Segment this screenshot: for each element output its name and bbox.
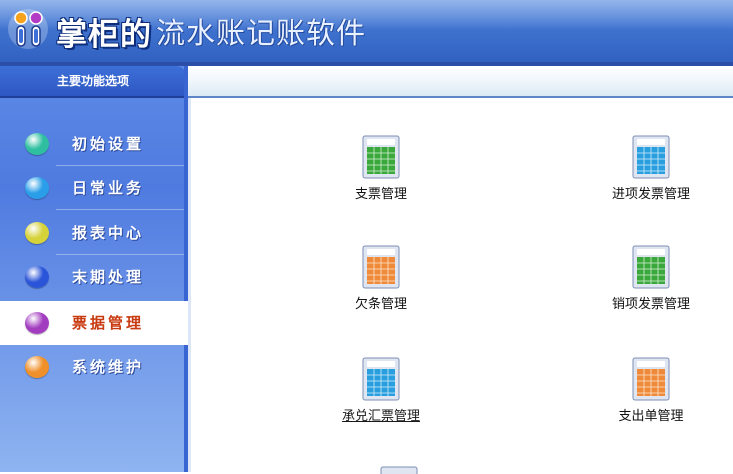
function-label: 承兑汇票管理 bbox=[341, 409, 420, 424]
sidebar-item-daily-business[interactable]: 日常业务 bbox=[0, 166, 186, 210]
function-label: 欠条管理 bbox=[354, 297, 407, 312]
main-top-band bbox=[188, 66, 733, 96]
sidebar-item-bill-management[interactable]: 票据管理 bbox=[0, 301, 188, 345]
function-label: 进项发票管理 bbox=[611, 187, 690, 202]
teal-ball-icon bbox=[25, 133, 49, 155]
sidebar-item-period-end[interactable]: 末期处理 bbox=[0, 255, 186, 299]
sidebar-item-label: 末期处理 bbox=[72, 268, 145, 286]
spreadsheet-icon[interactable] bbox=[378, 464, 420, 474]
sidebar-item-label: 报表中心 bbox=[72, 224, 145, 242]
function-iou-management[interactable]: 欠条管理 bbox=[301, 243, 461, 313]
sidebar-item-report-center[interactable]: 报表中心 bbox=[0, 211, 186, 255]
purple-ball-icon bbox=[25, 312, 49, 334]
sidebar-item-system-maintenance[interactable]: 系统维护 bbox=[0, 345, 186, 389]
sidebar-item-label: 系统维护 bbox=[72, 358, 145, 376]
app-title: 掌柜的 流水账记账软件 bbox=[56, 9, 366, 53]
app-header: 掌柜的 流水账记账软件 bbox=[0, 0, 733, 66]
blue-ball-icon bbox=[25, 177, 49, 199]
main-top-border bbox=[188, 96, 733, 98]
sidebar-item-label: 日常业务 bbox=[72, 179, 145, 197]
sidebar-header: 主要功能选项 bbox=[0, 66, 186, 98]
function-acceptance-bill-management[interactable]: 承兑汇票管理 bbox=[301, 355, 461, 425]
orange-spreadsheet-icon[interactable] bbox=[360, 243, 402, 291]
main-left-border bbox=[188, 98, 191, 472]
blue-spreadsheet-icon[interactable] bbox=[630, 133, 672, 181]
green-spreadsheet-icon[interactable] bbox=[630, 243, 672, 291]
app-title-product: 流水账记账软件 bbox=[156, 16, 367, 50]
function-check-management[interactable]: 支票管理 bbox=[301, 133, 461, 203]
function-label: 支票管理 bbox=[354, 187, 407, 202]
sidebar: 主要功能选项 初始设置 日常业务 报表中心 末期处理 票据管理 系统维护 bbox=[0, 66, 188, 472]
function-label: 销项发票管理 bbox=[611, 297, 690, 312]
dark-blue-ball-icon bbox=[25, 266, 49, 288]
sidebar-item-label: 票据管理 bbox=[72, 314, 145, 332]
yellow-ball-icon bbox=[25, 222, 49, 244]
sidebar-item-label: 初始设置 bbox=[72, 135, 145, 153]
divider bbox=[56, 209, 184, 210]
function-output-invoice-management[interactable]: 销项发票管理 bbox=[571, 243, 731, 313]
two-figures-logo-icon bbox=[8, 9, 48, 49]
main-panel: 支票管理 进项发票管理 欠条管理 销项发票管理 承兑汇票管理 支出单管理 bbox=[188, 66, 733, 474]
blue-spreadsheet-icon[interactable] bbox=[360, 355, 402, 403]
orange-ball-icon bbox=[25, 356, 49, 378]
sidebar-item-initial-settings[interactable]: 初始设置 bbox=[0, 122, 186, 166]
function-expense-slip-management[interactable]: 支出单管理 bbox=[571, 355, 731, 425]
app-title-brand: 掌柜的 bbox=[56, 16, 152, 53]
sidebar-header-title: 主要功能选项 bbox=[56, 74, 129, 88]
function-input-invoice-management[interactable]: 进项发票管理 bbox=[571, 133, 731, 203]
green-spreadsheet-icon[interactable] bbox=[360, 133, 402, 181]
orange-spreadsheet-icon[interactable] bbox=[630, 355, 672, 403]
function-label: 支出单管理 bbox=[618, 409, 684, 424]
